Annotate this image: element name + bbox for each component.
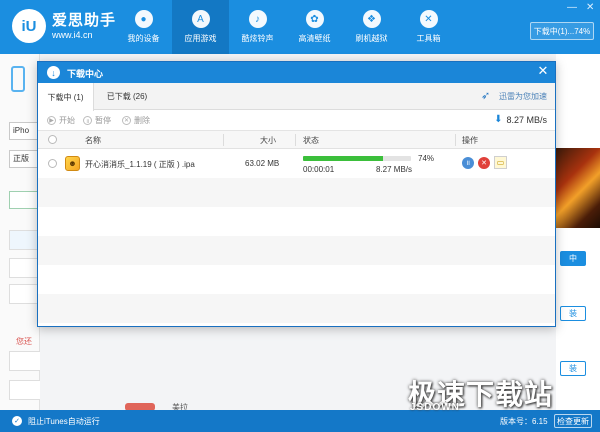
nav-my-device[interactable]: ● 我的设备 — [115, 0, 172, 54]
open-folder-icon[interactable]: ▭ — [494, 156, 507, 169]
empty-row — [38, 265, 555, 294]
background-content — [556, 54, 600, 410]
column-status: 状态 — [303, 136, 319, 145]
download-center-dialog: ↓ 下载中心 ✕ 下载中 (1) 已下载 (26) ➶ 迅雷为您加速 ▶ 开始 … — [37, 61, 556, 327]
nav-apps-games[interactable]: A 应用游戏 — [172, 0, 229, 54]
dialog-titlebar: ↓ 下载中心 ✕ — [38, 62, 555, 83]
play-icon: ▶ — [47, 116, 56, 125]
file-name: 开心消消乐_1.1.19 ( 正版 ) .ipa — [85, 160, 195, 169]
sidebar-notice: 您还 — [16, 337, 32, 346]
pause-button[interactable]: ॥ 暂停 — [83, 115, 111, 126]
main-nav: ● 我的设备 A 应用游戏 ♪ 酷炫铃声 ✿ 高清壁纸 ❖ 刷机越狱 ✕ 工具箱 — [115, 0, 457, 54]
flower-icon: ✿ — [305, 10, 324, 28]
download-status-button[interactable]: 下载中(1)...74% — [530, 22, 594, 40]
block-itunes-checkbox[interactable]: ✓ — [12, 416, 22, 426]
download-row[interactable]: ☻ 开心消消乐_1.1.19 ( 正版 ) .ipa 63.02 MB 74% … — [38, 149, 555, 178]
app-name: 爱思助手 — [52, 12, 117, 29]
app-store-icon: A — [191, 10, 210, 28]
column-divider — [295, 134, 296, 146]
background-install-button[interactable]: 装 — [560, 361, 586, 376]
empty-row — [38, 294, 555, 323]
apple-icon: ● — [134, 10, 153, 28]
background-download-button[interactable]: 中 — [560, 251, 586, 266]
file-size: 63.02 MB — [245, 159, 280, 168]
edition-chip[interactable]: 正版 — [9, 150, 40, 168]
phone-icon — [11, 66, 25, 92]
column-action: 操作 — [462, 136, 478, 145]
start-label: 开始 — [59, 116, 75, 125]
site-watermark-url: JSDOWN — [410, 402, 460, 413]
bell-icon: ♪ — [248, 10, 267, 28]
sidebar-item[interactable] — [9, 351, 40, 371]
tab-downloaded[interactable]: 已下载 (26) — [95, 83, 159, 110]
download-progress-bar — [303, 156, 411, 161]
total-speed: ⬇ 8.27 MB/s — [494, 114, 547, 125]
nav-label: 我的设备 — [127, 34, 160, 43]
dialog-tabs: 下载中 (1) 已下载 (26) ➶ 迅雷为您加速 — [38, 83, 555, 111]
nav-label: 应用游戏 — [184, 34, 217, 43]
sidebar-item[interactable] — [9, 380, 40, 400]
close-window-button[interactable]: ✕ — [586, 2, 594, 13]
dialog-close-button[interactable]: ✕ — [536, 63, 550, 78]
progress-percent: 74% — [418, 154, 435, 163]
download-icon: ↓ — [47, 66, 60, 79]
progress-fill — [303, 156, 383, 161]
download-toolbar: ▶ 开始 ॥ 暂停 ✕ 删除 ⬇ 8.27 MB/s — [38, 110, 555, 131]
empty-row — [38, 178, 555, 207]
app-logo: iU — [12, 9, 46, 43]
column-size: 大小 — [260, 136, 276, 145]
nav-label: 工具箱 — [416, 34, 441, 43]
minimize-button[interactable]: — — [567, 2, 577, 13]
download-arrow-icon: ⬇ — [494, 114, 503, 125]
delete-button[interactable]: ✕ 删除 — [122, 115, 150, 126]
delete-label: 删除 — [134, 116, 150, 125]
nav-wallpapers[interactable]: ✿ 高清壁纸 — [286, 0, 343, 54]
dialog-title: 下载中心 — [67, 69, 104, 79]
game-banner-image — [556, 148, 600, 228]
nav-label: 高清壁纸 — [298, 34, 331, 43]
version-label: 版本号：6.15 — [500, 417, 548, 426]
app-url: www.i4.cn — [52, 30, 93, 40]
sidebar-search-input[interactable] — [9, 191, 40, 209]
delete-icon: ✕ — [122, 116, 131, 125]
tools-icon: ✕ — [419, 10, 438, 28]
app-header: iU 爱思助手 www.i4.cn ● 我的设备 A 应用游戏 ♪ 酷炫铃声 ✿… — [0, 0, 600, 54]
column-name: 名称 — [85, 136, 101, 145]
row-checkbox[interactable] — [48, 159, 57, 168]
nav-ringtones[interactable]: ♪ 酷炫铃声 — [229, 0, 286, 54]
nav-label: 刷机越狱 — [355, 34, 388, 43]
game-app-icon: ☻ — [65, 156, 80, 171]
bird-icon: ➶ — [481, 90, 491, 102]
sidebar-item[interactable] — [9, 258, 40, 278]
block-itunes-label: 阻止iTunes自动运行 — [28, 417, 100, 426]
nav-flash-jailbreak[interactable]: ❖ 刷机越狱 — [343, 0, 400, 54]
download-table-header: 名称 大小 状态 操作 — [38, 131, 555, 149]
empty-row — [38, 207, 555, 236]
thunder-accelerate-link[interactable]: ➶ 迅雷为您加速 — [481, 90, 547, 102]
check-update-button[interactable]: 检查更新 — [554, 414, 592, 428]
box-icon: ❖ — [362, 10, 381, 28]
pause-download-icon[interactable]: ॥ — [462, 157, 474, 169]
tab-downloading[interactable]: 下载中 (1) — [38, 83, 94, 111]
empty-row — [38, 236, 555, 265]
select-all-checkbox[interactable] — [48, 135, 57, 144]
device-sidebar: iPho 正版 您还 — [0, 54, 40, 410]
nav-label: 酷炫铃声 — [241, 34, 274, 43]
background-install-button[interactable]: 装 — [560, 306, 586, 321]
elapsed-time: 00:00:01 — [303, 165, 335, 174]
accelerate-label: 迅雷为您加速 — [499, 91, 547, 101]
total-speed-value: 8.27 MB/s — [506, 114, 547, 125]
status-bar: ✓ 阻止iTunes自动运行 版本号：6.15 检查更新 — [0, 410, 600, 432]
column-divider — [223, 134, 224, 146]
pause-icon: ॥ — [83, 116, 92, 125]
cancel-download-icon[interactable]: ✕ — [478, 157, 490, 169]
start-button[interactable]: ▶ 开始 — [47, 115, 75, 126]
sidebar-item[interactable] — [9, 230, 40, 250]
column-divider — [455, 134, 456, 146]
nav-toolbox[interactable]: ✕ 工具箱 — [400, 0, 457, 54]
device-chip[interactable]: iPho — [9, 122, 40, 140]
sidebar-item[interactable] — [9, 284, 40, 304]
pause-label: 暂停 — [95, 116, 111, 125]
row-speed: 8.27 MB/s — [376, 165, 413, 174]
